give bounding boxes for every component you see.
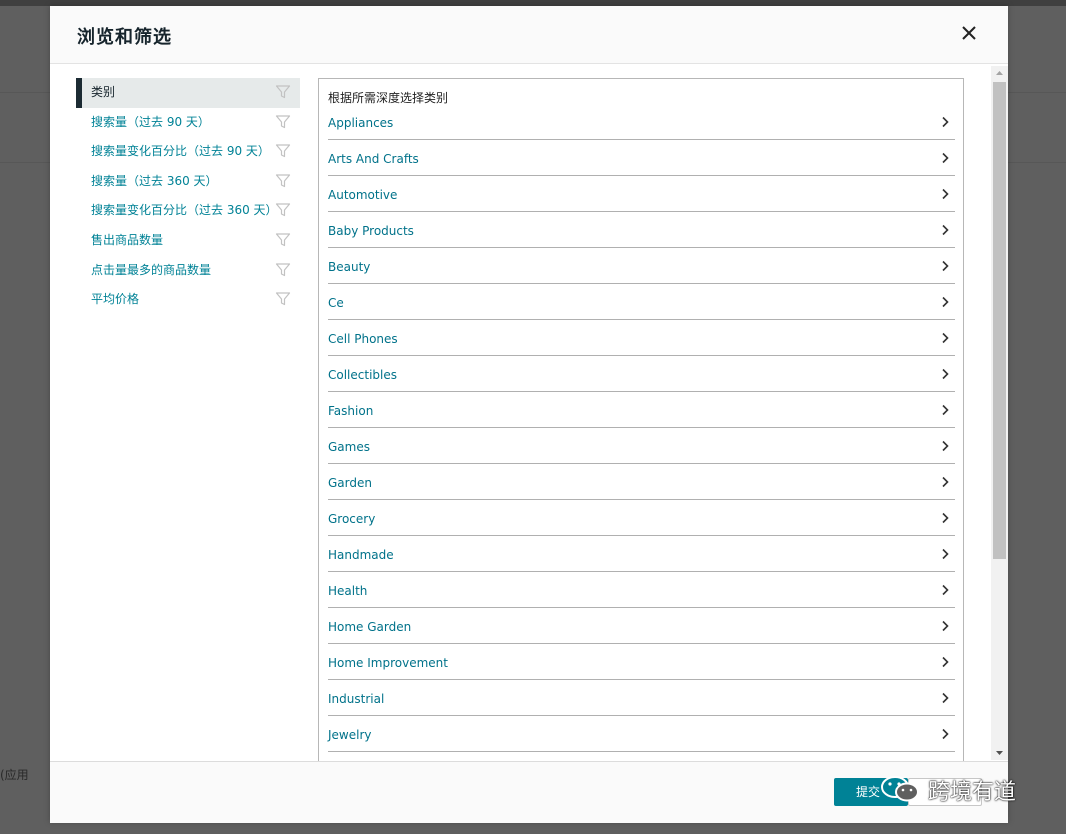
- chevron-right-icon: [942, 260, 949, 272]
- category-row[interactable]: Collectibles: [328, 356, 955, 392]
- nav-item-label: 搜索量变化百分比（过去 360 天）: [91, 203, 278, 218]
- category-row[interactable]: Arts And Crafts: [328, 140, 955, 176]
- close-button[interactable]: [956, 20, 982, 46]
- filter-icon[interactable]: [275, 232, 291, 248]
- nav-item[interactable]: 平均价格: [76, 285, 300, 315]
- filter-icon[interactable]: [275, 291, 291, 307]
- nav-item-label: 售出商品数量: [91, 232, 164, 247]
- category-row[interactable]: Baby Products: [328, 212, 955, 248]
- chevron-right-icon: [942, 692, 949, 704]
- nav-item[interactable]: 售出商品数量: [76, 226, 300, 256]
- scroll-down-arrow-icon[interactable]: [991, 746, 1008, 760]
- category-row[interactable]: Beauty: [328, 248, 955, 284]
- chevron-right-icon: [942, 152, 949, 164]
- category-label: Collectibles: [328, 368, 397, 382]
- category-row[interactable]: Grocery: [328, 500, 955, 536]
- category-row[interactable]: Health: [328, 572, 955, 608]
- modal-title: 浏览和筛选: [77, 27, 172, 48]
- filter-icon[interactable]: [275, 114, 291, 130]
- category-row[interactable]: Handmade: [328, 536, 955, 572]
- category-label: Health: [328, 584, 368, 598]
- chevron-right-icon: [942, 476, 949, 488]
- nav-item[interactable]: 点击量最多的商品数量: [76, 256, 300, 286]
- category-row[interactable]: Ce: [328, 284, 955, 320]
- modal-header: 浏览和筛选: [50, 6, 1008, 64]
- nav-item[interactable]: 搜索量变化百分比（过去 90 天）: [76, 137, 300, 167]
- filter-icon[interactable]: [275, 143, 291, 159]
- scroll-up-arrow-icon[interactable]: [991, 66, 1008, 80]
- category-label: Handmade: [328, 548, 394, 562]
- chevron-right-icon: [942, 404, 949, 416]
- category-label: Appliances: [328, 116, 394, 130]
- category-row[interactable]: Automotive: [328, 176, 955, 212]
- browse-filter-modal: 浏览和筛选 类别搜索量（过去 90 天） 搜索量变化百分比（过去 90 天） 搜索量…: [50, 6, 1008, 823]
- category-label: Home Improvement: [328, 656, 448, 670]
- chevron-right-icon: [942, 224, 949, 236]
- close-icon: [962, 26, 976, 40]
- category-label: Cell Phones: [328, 332, 398, 346]
- nav-item-label: 类别: [91, 85, 116, 99]
- category-label: Automotive: [328, 188, 398, 202]
- filter-icon[interactable]: [275, 262, 291, 278]
- filter-nav: 类别搜索量（过去 90 天） 搜索量变化百分比（过去 90 天） 搜索量（过去 36…: [76, 78, 300, 315]
- category-list: Appliances Arts And Crafts Automotive Baby …: [328, 104, 955, 752]
- chevron-right-icon: [942, 296, 949, 308]
- category-label: Baby Products: [328, 224, 414, 238]
- category-label: Fashion: [328, 404, 374, 418]
- chevron-right-icon: [942, 440, 949, 452]
- category-row[interactable]: Garden: [328, 464, 955, 500]
- chevron-right-icon: [942, 512, 949, 524]
- category-row[interactable]: Home Improvement: [328, 644, 955, 680]
- nav-item-label: 搜索量（过去 360 天）: [91, 173, 218, 188]
- chevron-right-icon: [942, 620, 949, 632]
- nav-item-label: 搜索量（过去 90 天）: [91, 114, 210, 129]
- category-panel: 根据所需深度选择类别 Appliances Arts And Crafts Auto…: [318, 78, 964, 769]
- nav-item-label: 点击量最多的商品数量: [91, 262, 212, 277]
- category-label: Arts And Crafts: [328, 152, 419, 166]
- category-row[interactable]: Games: [328, 428, 955, 464]
- category-label: Games: [328, 440, 370, 454]
- category-label: Industrial: [328, 692, 385, 706]
- wechat-logo-icon: [881, 776, 919, 802]
- chevron-right-icon: [942, 116, 949, 128]
- category-row[interactable]: Appliances: [328, 104, 955, 140]
- category-label: Ce: [328, 296, 344, 310]
- background-partial-text: (应用: [0, 768, 29, 782]
- chevron-right-icon: [942, 548, 949, 560]
- chevron-right-icon: [942, 656, 949, 668]
- nav-item[interactable]: 搜索量（过去 360 天）: [76, 167, 300, 197]
- modal-footer: 提交: [50, 761, 1008, 823]
- category-label: Home Garden: [328, 620, 412, 634]
- nav-item-label: 搜索量变化百分比（过去 90 天）: [91, 144, 270, 159]
- filter-icon[interactable]: [275, 84, 291, 100]
- chevron-right-icon: [942, 332, 949, 344]
- nav-item-label: 平均价格: [91, 292, 140, 307]
- category-row[interactable]: Jewelry: [328, 716, 955, 752]
- nav-item[interactable]: 类别: [76, 78, 300, 108]
- filter-icon[interactable]: [275, 202, 291, 218]
- nav-item[interactable]: 搜索量变化百分比（过去 360 天）: [76, 196, 300, 226]
- category-row[interactable]: Cell Phones: [328, 320, 955, 356]
- chevron-right-icon: [942, 728, 949, 740]
- category-label: Grocery: [328, 512, 376, 526]
- watermark-text: 跨境有道: [928, 780, 1017, 805]
- category-row[interactable]: Fashion: [328, 392, 955, 428]
- chevron-right-icon: [942, 584, 949, 596]
- chevron-right-icon: [942, 188, 949, 200]
- modal-scrollbar[interactable]: [991, 66, 1008, 760]
- category-row[interactable]: Home Garden: [328, 608, 955, 644]
- category-label: Beauty: [328, 260, 371, 274]
- category-label: Jewelry: [328, 728, 372, 742]
- filter-icon[interactable]: [275, 173, 291, 189]
- category-row[interactable]: Industrial: [328, 680, 955, 716]
- scroll-thumb[interactable]: [993, 82, 1006, 559]
- chevron-right-icon: [942, 368, 949, 380]
- category-label: Garden: [328, 476, 372, 490]
- nav-item[interactable]: 搜索量（过去 90 天）: [76, 108, 300, 138]
